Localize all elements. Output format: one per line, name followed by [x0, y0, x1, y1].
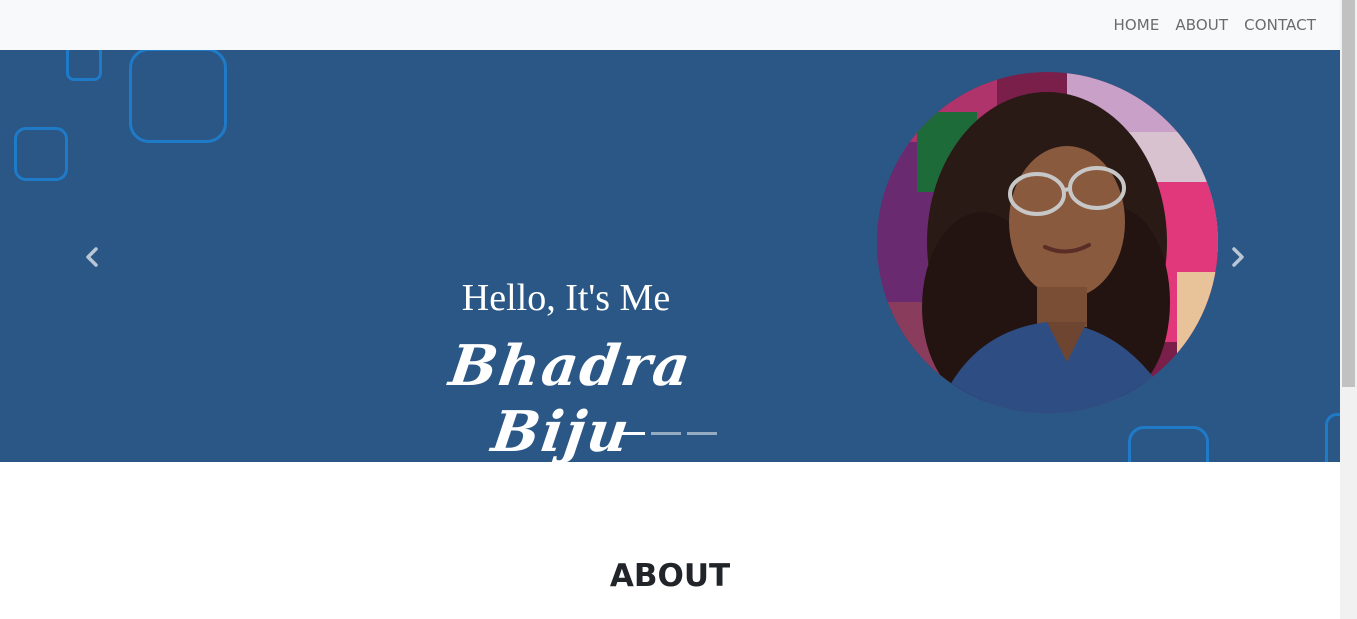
decorative-square: [66, 50, 102, 81]
decorative-square: [129, 50, 227, 143]
carousel-indicator[interactable]: [687, 432, 717, 435]
hero-carousel: Hello, It's Me Bhadra Biju: [0, 50, 1340, 462]
carousel-indicator[interactable]: [615, 432, 645, 435]
carousel-indicators: [615, 432, 723, 435]
decorative-square: [1325, 413, 1340, 462]
carousel-next-button[interactable]: [1223, 242, 1253, 272]
nav-link-home[interactable]: HOME: [1114, 16, 1160, 34]
about-heading: ABOUT: [609, 558, 731, 594]
decorative-square: [1128, 426, 1209, 462]
nav-link-about[interactable]: ABOUT: [1175, 16, 1228, 34]
hero-name: Bhadra Biju: [445, 333, 696, 462]
scrollbar-thumb[interactable]: [1342, 0, 1355, 387]
chevron-left-icon: [86, 247, 98, 267]
nav-link-contact[interactable]: CONTACT: [1244, 16, 1316, 34]
chevron-right-icon: [1232, 247, 1244, 267]
profile-photo: [877, 72, 1218, 413]
decorative-square: [14, 127, 68, 181]
page-scrollbar[interactable]: [1340, 0, 1357, 619]
hero-greeting: Hello, It's Me: [461, 277, 671, 319]
top-navbar: HOME ABOUT CONTACT: [0, 0, 1340, 50]
carousel-indicator[interactable]: [651, 432, 681, 435]
carousel-prev-button[interactable]: [77, 242, 107, 272]
profile-photo-image: [877, 72, 1218, 413]
